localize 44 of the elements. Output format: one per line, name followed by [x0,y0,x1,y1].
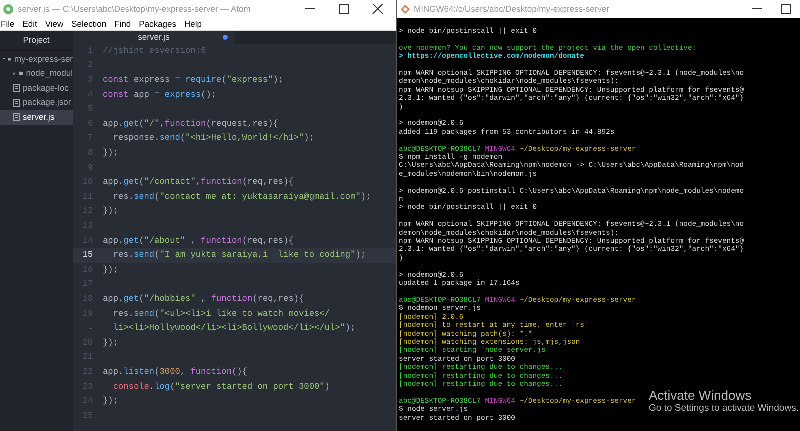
app-logo-icon [3,4,14,14]
code-line: app.get("/hobbies" , function(req,res){ [103,292,304,306]
tree-item[interactable]: my-express-ser [0,52,73,66]
tree-item[interactable]: package.jsor [0,96,73,110]
menu-item[interactable]: Find [114,18,132,30]
code-line: app.get("/contact",function(req,res){ [103,176,294,190]
tree-item[interactable]: package-loc [0,81,73,96]
file-icon [13,113,20,122]
menu-item[interactable]: Selection [72,18,107,30]
menu-item[interactable]: Edit [22,18,38,30]
code-line: const app = express(); [103,88,217,102]
menu-item[interactable]: View [45,18,64,30]
code-line: response.send("<h1>Hello,World!</h1>"); [112,132,314,146]
code-line: res.send("<ul><li>i like to watch movies</ [112,308,330,320]
code-line: res.send("I am yukta saraiya,i like to coding"); [112,249,366,262]
activation-title: Activate Windows [649,388,753,403]
menu-item[interactable]: File [1,18,15,30]
code-line: app.get("/about" , function(req,res){ [103,234,294,248]
code-line: app.get("/",function(request,res){ [103,118,278,131]
code-line: }); [103,147,118,160]
code-line: //jshint esversion:6 [103,44,206,58]
file-icon [13,84,20,92]
menu-item[interactable]: Packages [139,18,176,30]
line-number: 15 [82,249,94,262]
code-line: }); [103,336,118,350]
code-line: }); [103,205,118,218]
file-icon [13,98,20,107]
wrap-marker-icon [89,328,92,330]
code-line: res.send("contact me at: yuktasaraiya@gmail.com"); [112,190,372,204]
code-line: app.listen(3000, function(){ [103,366,248,379]
code-line: const express = require("express"); [103,74,284,87]
tree-item[interactable]: node_modul [0,66,73,81]
editor-tab[interactable]: server.js [73,31,235,44]
tree-item[interactable]: server.js [0,110,73,124]
code-line: }); [103,395,118,408]
window-title: MINGW64:/c/Users/abc/Desktop/my-express-server [414,2,611,16]
code-line: li><li>Hollywood</li><li>Bollywood</li></ul>"); [112,322,356,336]
window-title: server.js — C:\Users\abc\Desktop\my-express-server — Atom [18,2,252,16]
code-line: console.log("server started on port 3000") [112,380,330,394]
menu-item[interactable]: Help [184,18,202,30]
code-line: }); [103,264,118,277]
chevron-right-icon [13,70,16,77]
terminal-logo-icon [401,4,410,14]
activation-message: Go to Settings to activate Windows. [649,403,799,415]
